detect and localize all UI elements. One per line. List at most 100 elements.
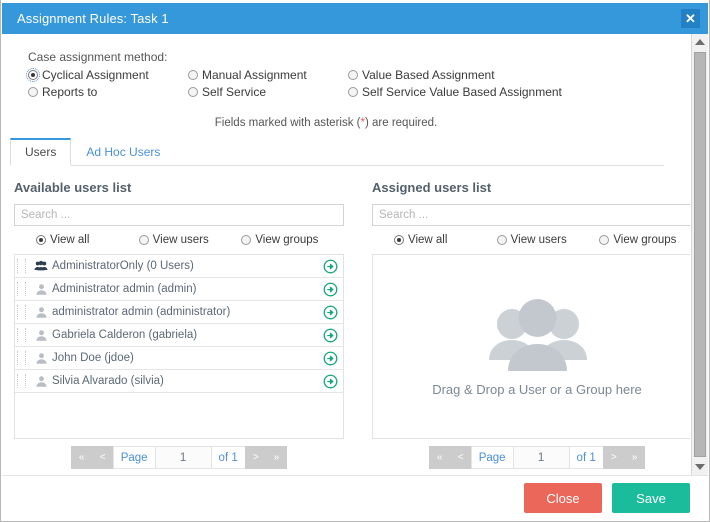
available-view-groups-radio[interactable]: View groups [241,234,344,246]
radio-indicator[interactable] [139,235,149,245]
required-fields-note: Fields marked with asterisk (*) are requ… [2,117,690,129]
list-item-label: Administrator admin (admin) [52,283,317,295]
radio-indicator[interactable] [497,235,507,245]
tab-bar: Users Ad Hoc Users [10,137,664,166]
radio-cyclical-assignment[interactable]: Cyclical Assignment [28,68,188,82]
assigned-first-page-button[interactable]: « [429,446,450,469]
case-assignment-method-section: Case assignment method: Cyclical Assignm… [2,34,690,99]
available-users-list[interactable]: AdministratorOnly (0 Users) [14,254,344,439]
scrollbar-thumb[interactable] [694,52,706,457]
scroll-down-arrow-icon[interactable] [692,459,708,475]
vertical-scrollbar[interactable] [691,34,708,475]
drag-handle-icon[interactable] [17,305,26,319]
case-assignment-method-options: Cyclical Assignment Manual Assignment Va… [28,68,690,99]
assigned-view-groups-radio[interactable]: View groups [599,234,690,246]
available-total-pages: of 1 [211,446,245,469]
close-icon[interactable]: ✕ [681,9,700,28]
available-search-input[interactable] [14,204,344,226]
assigned-users-dropzone[interactable]: Drag & Drop a User or a Group here [372,254,690,439]
assigned-search-input[interactable] [372,204,690,226]
list-item[interactable]: Silvia Alvarado (silvia) [15,370,343,393]
radio-value-based-assignment[interactable]: Value Based Assignment [348,68,648,82]
dialog-titlebar: Assignment Rules: Task 1 ✕ [2,3,708,34]
group-placeholder-icon [475,297,600,378]
radio-self-service-value-based-assignment[interactable]: Self Service Value Based Assignment [348,85,648,99]
add-circle-arrow-icon[interactable] [317,282,343,297]
user-icon [30,283,52,296]
available-next-page-button[interactable]: > [245,446,266,469]
list-item[interactable]: Gabriela Calderon (gabriela) [15,324,343,347]
add-circle-arrow-icon[interactable] [317,305,343,320]
list-item[interactable]: administrator admin (administrator) [15,301,343,324]
assigned-next-page-button[interactable]: > [603,446,624,469]
add-circle-arrow-icon[interactable] [317,351,343,366]
case-assignment-method-label: Case assignment method: [28,50,690,64]
drag-handle-icon[interactable] [17,374,26,388]
available-last-page-button[interactable]: » [266,446,288,469]
add-circle-arrow-icon[interactable] [317,374,343,389]
list-item[interactable]: AdministratorOnly (0 Users) [15,255,343,278]
radio-label: View groups [613,234,676,246]
save-button[interactable]: Save [612,483,690,513]
tab-ad-hoc-users[interactable]: Ad Hoc Users [71,139,175,166]
user-icon [30,329,52,342]
assigned-pagination: « < Page 1 of 1 > » [372,446,690,469]
assigned-view-all-radio[interactable]: View all [394,234,497,246]
radio-indicator[interactable] [188,70,198,80]
radio-manual-assignment[interactable]: Manual Assignment [188,68,348,82]
assignment-rules-dialog: Assignment Rules: Task 1 ✕ Case assignme… [0,0,710,522]
scrollable-content: Case assignment method: Cyclical Assignm… [2,34,690,475]
available-pagination: « < Page 1 of 1 > » [14,446,344,469]
available-prev-page-button[interactable]: < [92,446,113,469]
radio-indicator[interactable] [348,70,358,80]
drag-handle-icon[interactable] [17,351,26,365]
radio-label: Self Service Value Based Assignment [362,85,562,99]
assigned-last-page-button[interactable]: » [624,446,646,469]
dialog-body: Case assignment method: Cyclical Assignm… [2,34,708,520]
list-item-label: administrator admin (administrator) [52,306,317,318]
radio-label: View users [153,234,209,246]
radio-indicator[interactable] [28,87,38,97]
dropzone-label: Drag & Drop a User or a Group here [432,382,642,397]
assigned-total-pages: of 1 [569,446,603,469]
radio-indicator[interactable] [394,235,404,245]
available-first-page-button[interactable]: « [71,446,92,469]
assigned-prev-page-button[interactable]: < [450,446,471,469]
drag-handle-icon[interactable] [17,259,26,273]
list-item-label: John Doe (jdoe) [52,352,317,364]
assigned-view-users-radio[interactable]: View users [497,234,600,246]
assigned-users-panel: Assigned users list View all View users [372,180,690,469]
scroll-up-arrow-icon[interactable] [692,34,708,50]
radio-label: View users [511,234,567,246]
list-item-label: Gabriela Calderon (gabriela) [52,329,317,341]
radio-indicator[interactable] [28,70,38,80]
group-icon [30,259,52,273]
user-icon [30,375,52,388]
tab-users[interactable]: Users [10,138,71,166]
available-view-users-radio[interactable]: View users [139,234,242,246]
radio-label: View groups [255,234,318,246]
radio-reports-to[interactable]: Reports to [28,85,188,99]
add-circle-arrow-icon[interactable] [317,328,343,343]
radio-label: Self Service [202,85,266,99]
radio-indicator[interactable] [241,235,251,245]
list-item[interactable]: Administrator admin (admin) [15,278,343,301]
dialog-title: Assignment Rules: Task 1 [2,11,169,26]
radio-indicator[interactable] [36,235,46,245]
drag-handle-icon[interactable] [17,282,26,296]
list-item[interactable]: John Doe (jdoe) [15,347,343,370]
add-circle-arrow-icon[interactable] [317,259,343,274]
close-button[interactable]: Close [524,483,602,513]
available-page-input[interactable]: 1 [155,446,211,469]
radio-indicator[interactable] [188,87,198,97]
available-view-filter: View all View users View groups [14,234,344,246]
radio-self-service[interactable]: Self Service [188,85,348,99]
assigned-page-input[interactable]: 1 [513,446,569,469]
radio-indicator[interactable] [599,235,609,245]
radio-indicator[interactable] [348,87,358,97]
available-view-all-radio[interactable]: View all [36,234,139,246]
radio-label: Cyclical Assignment [42,68,149,82]
required-note-before: Fields marked with asterisk ( [215,117,361,129]
drag-handle-icon[interactable] [17,328,26,342]
assigned-page-label: Page [471,446,513,469]
